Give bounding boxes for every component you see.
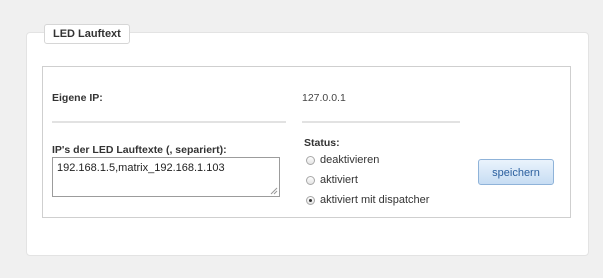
- divider: [302, 121, 460, 123]
- divider: [52, 121, 286, 123]
- status-option-deaktivieren[interactable]: deaktivieren: [306, 153, 379, 167]
- page: LED Lauftext Eigene IP: 127.0.0.1 IP's d…: [0, 0, 603, 278]
- radio-button[interactable]: [306, 155, 315, 165]
- status-option-label: aktiviert: [320, 174, 358, 186]
- led-ips-value: 192.168.1.5,matrix_192.168.1.103: [57, 162, 225, 174]
- status-option-aktiviert[interactable]: aktiviert: [306, 173, 358, 187]
- radio-button-selected[interactable]: [306, 195, 315, 205]
- own-ip-label: Eigene IP:: [52, 92, 103, 104]
- led-ips-label: IP's der LED Lauftexte (, separiert):: [52, 144, 227, 156]
- own-ip-value: 127.0.0.1: [302, 92, 346, 104]
- radio-button[interactable]: [306, 175, 315, 185]
- panel-title: LED Lauftext: [44, 24, 130, 44]
- status-label: Status:: [304, 137, 340, 149]
- resize-grip-icon[interactable]: [270, 187, 278, 195]
- status-option-label: deaktivieren: [320, 154, 380, 166]
- status-option-aktiviert-mit-dispatcher[interactable]: aktiviert mit dispatcher: [306, 193, 429, 207]
- status-option-label: aktiviert mit dispatcher: [320, 194, 430, 206]
- led-ips-textarea[interactable]: 192.168.1.5,matrix_192.168.1.103: [52, 157, 280, 197]
- save-button[interactable]: speichern: [478, 159, 554, 185]
